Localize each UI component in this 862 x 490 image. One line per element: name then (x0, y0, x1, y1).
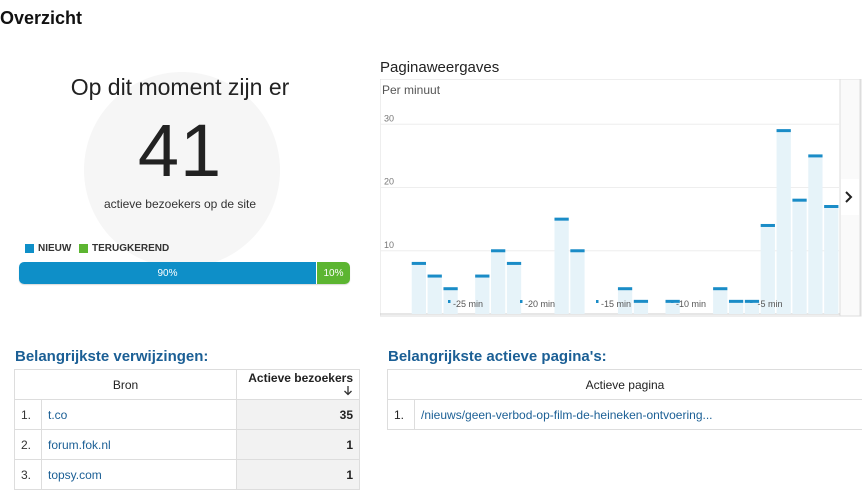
pageviews-bar-cap (808, 154, 822, 157)
pageviews-bar-cap (491, 249, 505, 252)
active-visitors-cell: 1 (237, 460, 360, 490)
x-tick-marker (750, 300, 753, 303)
page-title: Overzicht (0, 8, 82, 29)
pageviews-bar[interactable] (412, 263, 426, 314)
pageviews-bar[interactable] (824, 207, 838, 315)
pageviews-bar[interactable] (729, 301, 743, 314)
x-tick-marker (520, 300, 523, 303)
pageviews-bar-cap (570, 249, 584, 252)
source-cell: forum.fok.nl (42, 430, 237, 460)
x-tick-label: -5 min (757, 299, 782, 309)
arrow-down-icon (343, 385, 353, 399)
y-tick-label: 10 (384, 240, 394, 250)
pageviews-bar-cap (761, 224, 775, 227)
x-tick-marker (671, 300, 674, 303)
pageviews-bar[interactable] (808, 156, 822, 314)
legend-new: NIEUW (25, 243, 71, 254)
pageviews-bar[interactable] (634, 301, 648, 314)
x-tick-marker (596, 300, 599, 303)
table-row: 3. topsy.com 1 (15, 460, 360, 490)
source-cell: t.co (42, 400, 237, 430)
active-pages-header-row: Actieve pagina (388, 370, 862, 400)
column-active-visitors[interactable]: Actieve bezoekers (237, 370, 360, 400)
row-number: 3. (15, 460, 42, 490)
page-link[interactable]: /nieuws/geen-verbod-op-film-de-heineken-… (421, 408, 713, 422)
table-row: 1. /nieuws/geen-verbod-op-film-de-heineke… (388, 400, 862, 430)
x-tick-label: -10 min (676, 299, 706, 309)
active-pages-table: Actieve pagina 1. /nieuws/geen-verbod-op-… (387, 369, 862, 430)
visitor-split-bar: 90% 10% (19, 262, 350, 284)
table-row: 2. forum.fok.nl 1 (15, 430, 360, 460)
split-new-segment: 90% (19, 262, 316, 284)
active-visitors-cell: 1 (237, 430, 360, 460)
pageviews-bar-cap (729, 300, 743, 303)
chart-subtitle: Per minuut (382, 83, 441, 97)
split-returning-segment: 10% (316, 262, 350, 284)
pageviews-bar-cap (475, 275, 489, 278)
referrals-header-row: Bron Actieve bezoekers (15, 370, 360, 400)
realtime-headline: Op dit moment zijn er (20, 74, 340, 101)
referrals-table: Bron Actieve bezoekers 1. t.co 35 2. forum.f… (14, 369, 360, 490)
pageviews-bar[interactable] (507, 263, 521, 314)
pageviews-chart-svg: Per minuut 10 20 30 -25 min -20 min -15 min -10… (380, 79, 862, 317)
active-visitors-count: 41 (20, 108, 340, 193)
pageviews-bar-cap (618, 287, 632, 290)
pageviews-bar-cap (634, 300, 648, 303)
source-link[interactable]: forum.fok.nl (48, 438, 111, 452)
pageviews-bar[interactable] (554, 219, 568, 314)
column-source[interactable]: Bron (15, 370, 237, 400)
pageviews-chart: Per minuut 10 20 30 -25 min -20 min -15 min -10… (380, 79, 862, 317)
active-pages-title: Belangrijkste actieve pagina's: (388, 348, 607, 365)
legend-new-label: NIEUW (38, 243, 71, 254)
active-visitors-cell: 35 (237, 400, 360, 430)
column-active-visitors-label: Actieve bezoekers (248, 371, 353, 385)
x-tick-label: -25 min (453, 299, 483, 309)
pageviews-bar[interactable] (491, 251, 505, 314)
pageviews-bar-cap (428, 275, 442, 278)
pageviews-bar-cap (443, 287, 457, 290)
table-row: 1. t.co 35 (15, 400, 360, 430)
row-number: 2. (15, 430, 42, 460)
pageviews-bar-cap (824, 205, 838, 208)
pageviews-bar-cap (507, 262, 521, 265)
source-link[interactable]: t.co (48, 408, 67, 422)
active-visitors-caption: actieve bezoekers op de site (20, 197, 340, 211)
y-tick-label: 20 (384, 177, 394, 187)
pageviews-bar-cap (792, 199, 806, 202)
x-tick-marker (448, 300, 451, 303)
pageviews-bar[interactable] (713, 289, 727, 314)
pageviews-bar[interactable] (570, 251, 584, 314)
x-tick-label: -15 min (601, 299, 631, 309)
row-number: 1. (15, 400, 42, 430)
legend-returning-swatch (79, 244, 88, 253)
page-cell: /nieuws/geen-verbod-op-film-de-heineken-… (415, 400, 862, 430)
pageviews-bar-cap (777, 129, 791, 132)
pageviews-bar-cap (554, 218, 568, 221)
pageviews-bar[interactable] (792, 200, 806, 314)
chart-title: Paginaweergaves (380, 59, 499, 76)
y-tick-label: 30 (384, 113, 394, 123)
legend-returning-label: TERUGKEREND (92, 243, 169, 254)
x-tick-label: -20 min (525, 299, 555, 309)
pageviews-bar-cap (412, 262, 426, 265)
referrals-title: Belangrijkste verwijzingen: (15, 348, 208, 365)
row-number: 1. (388, 400, 415, 430)
legend-returning: TERUGKEREND (79, 243, 169, 254)
source-link[interactable]: topsy.com (48, 468, 102, 482)
column-active-page: Actieve pagina (388, 370, 862, 400)
pageviews-bar-cap (713, 287, 727, 290)
source-cell: topsy.com (42, 460, 237, 490)
legend-new-swatch (25, 244, 34, 253)
pageviews-bar[interactable] (777, 131, 791, 314)
pageviews-bar[interactable] (428, 276, 442, 314)
